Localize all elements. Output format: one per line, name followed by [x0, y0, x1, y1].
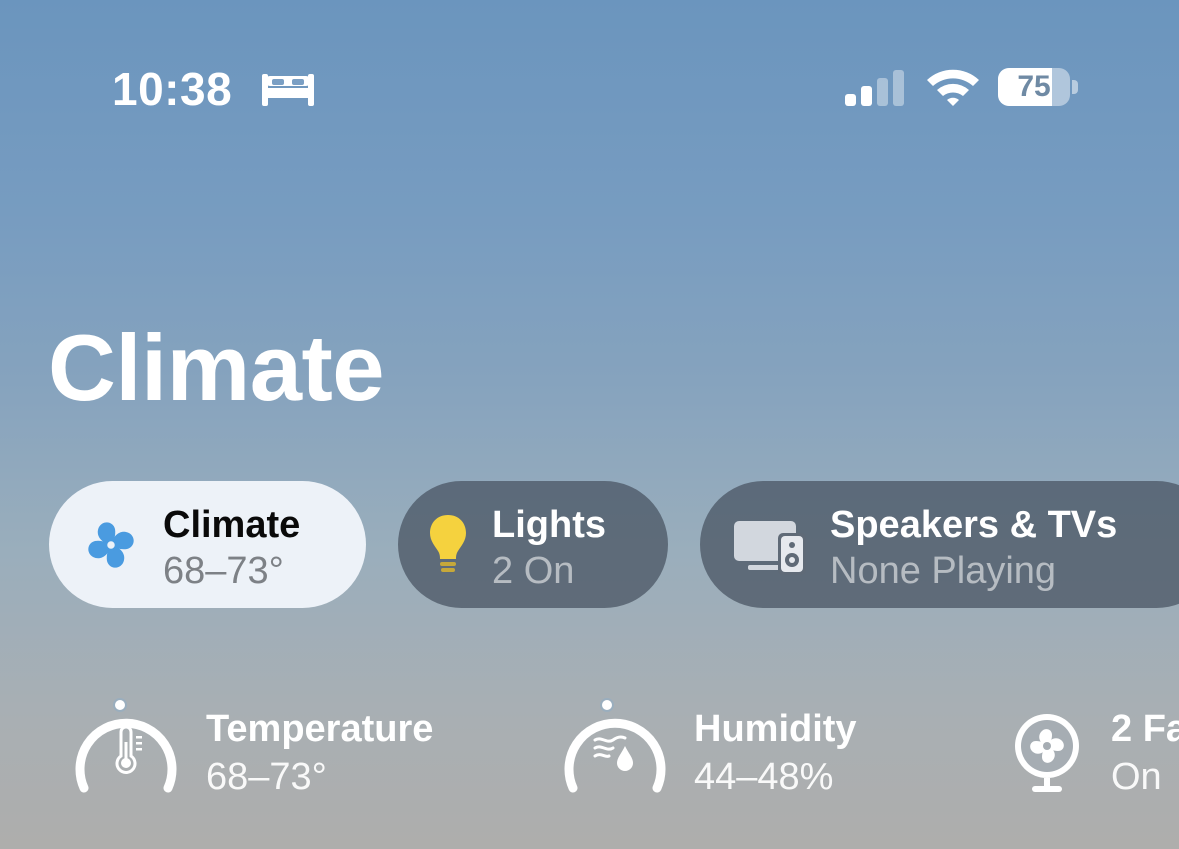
battery-indicator: 75 — [998, 68, 1078, 106]
category-subtitle: 2 On — [492, 550, 575, 592]
lightbulb-icon — [430, 515, 466, 572]
tv-speaker-icon — [734, 521, 806, 575]
category-title: Lights — [492, 504, 606, 546]
fan-icon — [88, 522, 134, 568]
category-climate-pill[interactable]: Climate 68–73° — [49, 481, 366, 608]
sensor-title: Temperature — [206, 708, 434, 750]
category-subtitle: 68–73° — [163, 550, 284, 592]
humidity-gauge — [564, 698, 666, 793]
category-subtitle: None Playing — [830, 550, 1057, 592]
humidity-icon — [593, 735, 627, 758]
category-lights-pill[interactable]: Lights 2 On — [398, 481, 668, 608]
sensor-title: Humidity — [694, 708, 857, 750]
bed-icon — [262, 74, 314, 106]
sensor-value: 68–73° — [206, 756, 327, 798]
status-time: 10:38 — [112, 63, 233, 115]
sensor-value: On — [1111, 756, 1162, 798]
thermometer-icon — [115, 725, 142, 774]
battery-percent: 75 — [1017, 70, 1051, 103]
cellular-signal-icon — [845, 70, 904, 106]
sensor-value: 44–48% — [694, 756, 834, 798]
category-speakers-tvs-pill[interactable]: Speakers & TVs None Playing — [700, 481, 1179, 608]
page-title: Climate — [48, 315, 385, 420]
fan-icon — [1015, 714, 1079, 792]
category-title: Speakers & TVs — [830, 504, 1118, 546]
temperature-gauge — [75, 698, 177, 793]
sensor-title: 2 Fa — [1111, 708, 1179, 750]
category-title: Climate — [163, 504, 301, 546]
wifi-icon — [927, 69, 979, 106]
